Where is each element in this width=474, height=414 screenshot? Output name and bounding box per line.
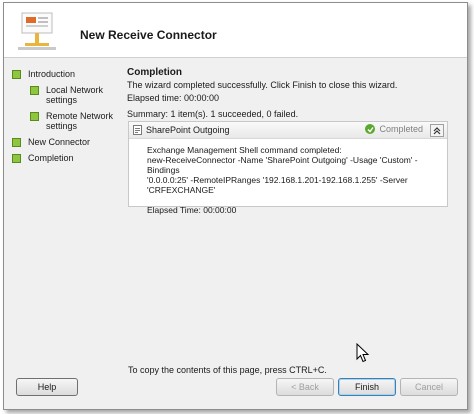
elapsed-time: Elapsed time: 00:00:00 bbox=[127, 93, 220, 103]
result-header: SharePoint Outgoing Completed bbox=[129, 122, 447, 139]
section-title: Completion bbox=[127, 67, 182, 78]
step-marker-icon bbox=[12, 154, 21, 163]
wizard-title: New Receive Connector bbox=[80, 28, 217, 42]
back-button[interactable]: < Back bbox=[276, 378, 334, 396]
wizard-steps: Introduction Local Network settings Remo… bbox=[12, 69, 122, 169]
step-label: Local Network settings bbox=[46, 85, 104, 105]
command-line: new-ReceiveConnector -Name 'SharePoint O… bbox=[147, 155, 418, 175]
step-label: Completion bbox=[28, 153, 74, 163]
step-remote-network: Remote Network settings bbox=[30, 111, 122, 131]
finish-button[interactable]: Finish bbox=[338, 378, 396, 396]
wizard-window: New Receive Connector Introduction Local… bbox=[3, 2, 468, 410]
status-text: Completed bbox=[379, 124, 423, 134]
double-chevron-up-icon bbox=[433, 126, 441, 134]
collapse-button[interactable] bbox=[430, 124, 444, 137]
step-marker-icon bbox=[12, 138, 21, 147]
command-line: 'CRFEXCHANGE' bbox=[147, 185, 216, 195]
command-line: '0.0.0.0:25' -RemoteIPRanges '192.168.1.… bbox=[147, 175, 408, 185]
step-new-connector: New Connector bbox=[12, 137, 122, 147]
step-local-network: Local Network settings bbox=[30, 85, 122, 105]
step-marker-icon bbox=[12, 70, 21, 79]
step-introduction: Introduction bbox=[12, 69, 122, 79]
document-icon bbox=[133, 125, 142, 135]
check-icon bbox=[365, 124, 376, 134]
step-marker-icon bbox=[30, 112, 39, 121]
result-name: SharePoint Outgoing bbox=[146, 125, 230, 135]
result-details: Exchange Management Shell command comple… bbox=[129, 139, 447, 215]
completion-panel: Completion The wizard completed successf… bbox=[127, 67, 459, 122]
mouse-cursor-icon bbox=[356, 343, 370, 363]
status-badge: Completed bbox=[365, 124, 423, 134]
cancel-button[interactable]: Cancel bbox=[400, 378, 458, 396]
step-marker-icon bbox=[30, 86, 39, 95]
help-button[interactable]: Help bbox=[16, 378, 78, 396]
summary-text: Summary: 1 item(s). 1 succeeded, 0 faile… bbox=[127, 109, 299, 119]
result-item: SharePoint Outgoing Completed Exchange M… bbox=[128, 121, 448, 215]
result-elapsed: Elapsed Time: 00:00:00 bbox=[147, 205, 237, 215]
wizard-header: New Receive Connector bbox=[4, 3, 467, 58]
connector-icon bbox=[18, 12, 56, 50]
command-line: Exchange Management Shell command comple… bbox=[147, 145, 342, 155]
step-completion: Completion bbox=[12, 153, 122, 163]
completion-message: The wizard completed successfully. Click… bbox=[127, 80, 398, 90]
step-label: Remote Network settings bbox=[46, 111, 114, 131]
step-label: New Connector bbox=[28, 137, 91, 147]
copy-hint: To copy the contents of this page, press… bbox=[128, 365, 327, 375]
step-label: Introduction bbox=[28, 69, 76, 79]
